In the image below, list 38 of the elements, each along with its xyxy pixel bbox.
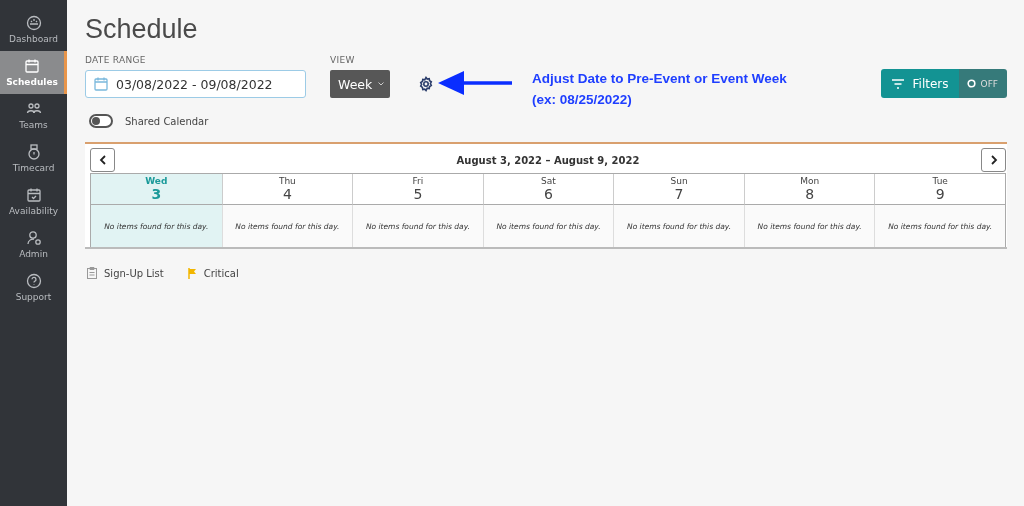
- filter-toggle[interactable]: OFF: [958, 69, 1007, 98]
- chevron-left-icon: [98, 155, 107, 165]
- circle-icon: [966, 79, 976, 88]
- calendar-icon: [24, 58, 40, 74]
- annotation-text: (ex: 08/25/2022): [532, 91, 633, 109]
- sidebar-item[interactable]: Timecard: [0, 137, 67, 180]
- field-label: VIEW: [330, 55, 356, 65]
- sidebar-item[interactable]: Support: [0, 266, 67, 309]
- next-button[interactable]: [981, 148, 1006, 172]
- annotation-text: Adjust Date to Pre-Event or Event Week: [532, 70, 787, 88]
- sidebar-item[interactable]: Availability: [0, 180, 67, 223]
- legend-label: Sign-Up List: [104, 267, 164, 279]
- toggle-switch[interactable]: [89, 114, 113, 128]
- arrow-icon: [438, 70, 514, 96]
- chevron-right-icon: [989, 155, 998, 165]
- help-icon: [25, 273, 42, 289]
- legend-label: Critical: [203, 267, 239, 279]
- calendar-icon: [94, 77, 108, 91]
- sidebar-item[interactable]: Dashboard: [0, 8, 67, 51]
- view-select[interactable]: Week: [330, 70, 390, 98]
- settings-icon[interactable]: [418, 76, 434, 92]
- toggle-label: Shared Calendar: [125, 115, 209, 127]
- calendar-check-icon: [25, 187, 42, 203]
- sidebar-item[interactable]: Teams: [0, 94, 67, 137]
- caret-icon: [378, 82, 384, 86]
- field-label: DATE RANGE: [85, 55, 147, 65]
- sidebar-item[interactable]: Admin: [0, 223, 67, 266]
- page-title: Schedule: [85, 14, 199, 45]
- user-gear-icon: [25, 230, 42, 246]
- date-range-field[interactable]: 03/08/2022 - 09/08/2022: [85, 70, 306, 98]
- stopwatch-icon: [25, 144, 42, 160]
- filters-button[interactable]: Filters: [880, 69, 959, 98]
- previous-button[interactable]: [90, 148, 115, 172]
- flag-icon: [187, 267, 197, 279]
- date-range-heading: August 3, 2022 – August 9, 2022: [456, 154, 640, 166]
- filter-icon: [890, 77, 905, 90]
- clipboard-icon: [87, 267, 97, 279]
- dashboard-icon: [25, 15, 42, 31]
